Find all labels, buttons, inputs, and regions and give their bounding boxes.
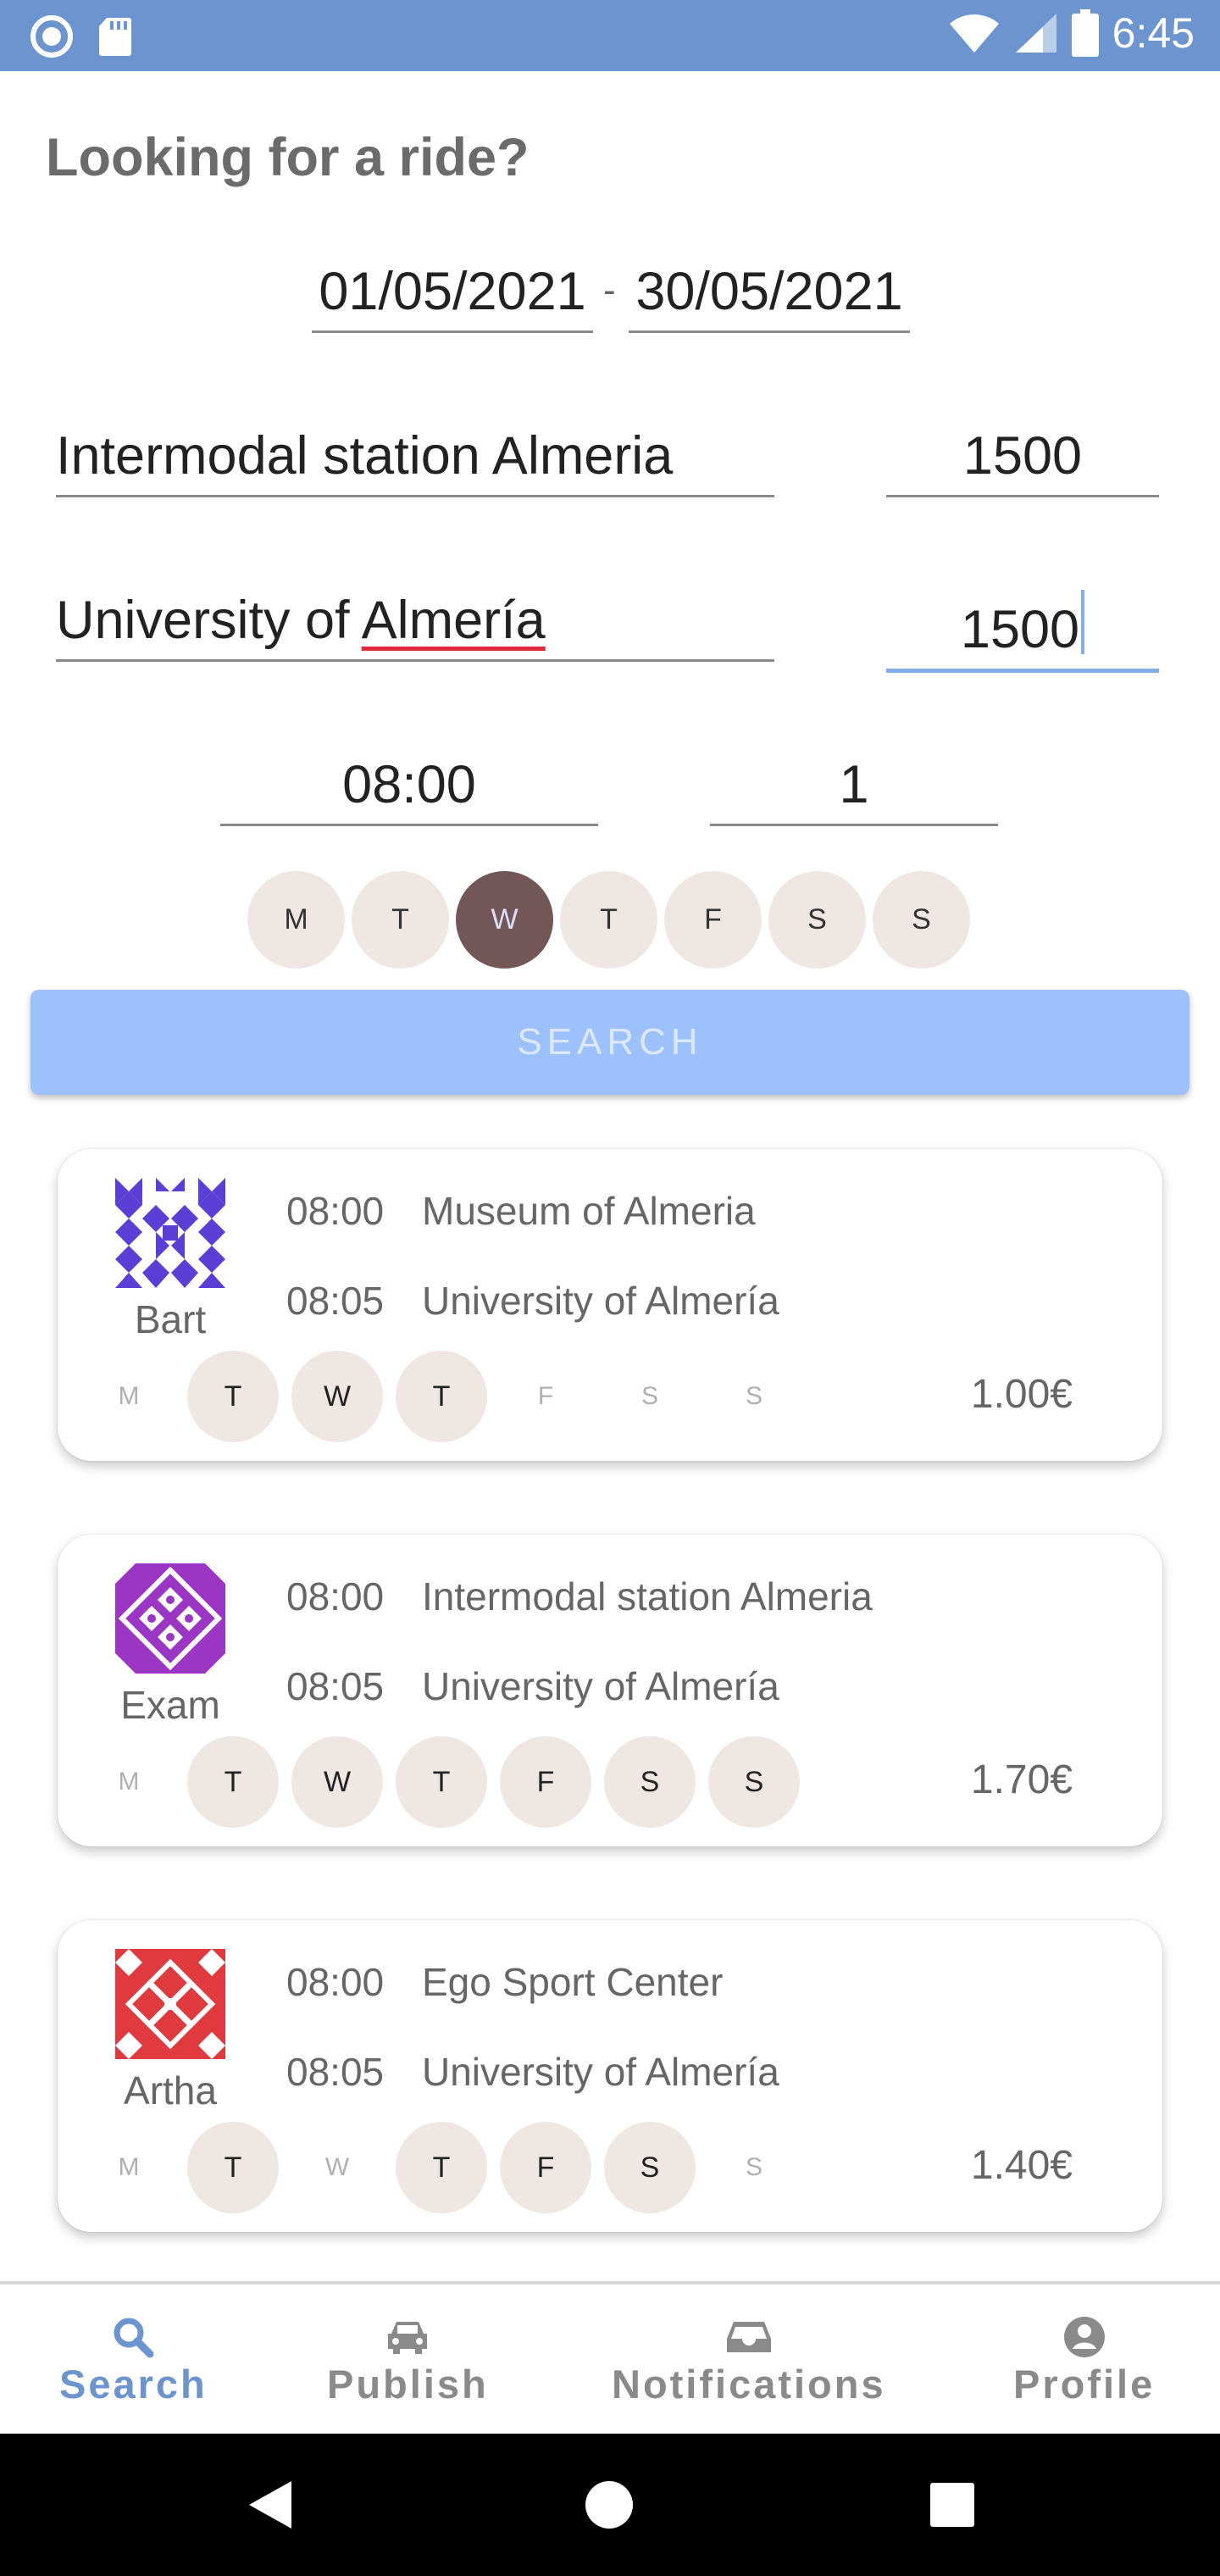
ride-card[interactable]: Bart 08:00 Museum of Almeria 08:05 Unive… xyxy=(58,1149,1162,1461)
arrive-time: 08:05 xyxy=(286,1664,385,1708)
origin-input[interactable]: Intermodal station Almeria xyxy=(56,425,774,497)
arrive-place: University of Almería xyxy=(422,1279,779,1323)
ride-day: F xyxy=(537,1382,554,1410)
search-icon xyxy=(114,2318,154,2358)
ride-day: F xyxy=(500,2122,591,2213)
depart-time: 08:00 xyxy=(286,1189,385,1233)
nav-label: Notifications xyxy=(612,2362,886,2407)
nav-profile[interactable]: Profile xyxy=(1013,2315,1155,2407)
date-from-field[interactable]: 01/05/2021 xyxy=(312,261,593,333)
avatar-identicon xyxy=(115,1178,225,1288)
avatar-identicon xyxy=(115,1563,225,1674)
depart-place: Ego Sport Center xyxy=(422,1960,724,2004)
wifi-icon xyxy=(949,14,999,53)
driver-name: Exam xyxy=(120,1683,220,1727)
battery-icon xyxy=(1071,9,1099,57)
avatar-identicon xyxy=(115,1949,225,2059)
ride-day: M xyxy=(118,1768,140,1796)
ride-card[interactable]: Artha 08:00 Ego Sport Center 08:05 Unive… xyxy=(58,1920,1162,2232)
ride-day: S xyxy=(745,1382,762,1410)
nav-notifications[interactable]: Notifications xyxy=(612,2315,886,2407)
driver-name: Artha xyxy=(124,2068,217,2112)
recents-icon[interactable] xyxy=(930,2483,974,2527)
ride-price: 1.00€ xyxy=(970,1372,1073,1417)
ride-day: S xyxy=(745,2153,762,2181)
arrive-time: 08:05 xyxy=(286,1279,385,1323)
ride-day: T xyxy=(187,2122,279,2213)
nav-label: Search xyxy=(59,2362,208,2407)
depart-place: Intermodal station Almeria xyxy=(422,1574,873,1618)
ride-day: F xyxy=(500,1736,591,1828)
ride-day: T xyxy=(396,2122,487,2213)
ride-day: T xyxy=(396,1736,487,1828)
ride-day: M xyxy=(118,2153,140,2181)
depart-place: Museum of Almeria xyxy=(422,1189,756,1233)
day-toggle[interactable]: T xyxy=(560,871,657,969)
ride-day: T xyxy=(187,1351,279,1442)
home-icon[interactable] xyxy=(585,2480,634,2529)
ride-day: T xyxy=(396,1351,487,1442)
ride-day: S xyxy=(708,1736,800,1828)
sd-card-icon xyxy=(99,18,131,56)
date-to-field[interactable]: 30/05/2021 xyxy=(629,261,910,333)
day-toggle[interactable]: S xyxy=(873,871,970,969)
ride-day: W xyxy=(291,1351,383,1442)
ride-day: M xyxy=(118,1382,140,1410)
text-cursor xyxy=(1081,590,1085,654)
destination-misspelled-word: Almería xyxy=(361,591,546,650)
back-icon[interactable] xyxy=(246,2479,293,2530)
signal-icon xyxy=(1015,14,1056,53)
ride-day: W xyxy=(324,2153,350,2181)
bottom-navigation: Search Publish Notifications Profile xyxy=(0,2281,1220,2434)
arrive-time: 08:05 xyxy=(286,2050,385,2094)
ride-day: S xyxy=(604,2122,696,2213)
day-selector: M T W T F S S xyxy=(247,871,970,969)
search-button[interactable]: SEARCH xyxy=(30,990,1190,1095)
destination-radius-value: 1500 xyxy=(960,600,1080,659)
ride-day: S xyxy=(640,1382,658,1410)
ride-card[interactable]: Exam 08:00 Intermodal station Almeria 08… xyxy=(58,1535,1162,1846)
car-icon xyxy=(388,2322,428,2354)
origin-radius-input[interactable]: 1500 xyxy=(886,425,1159,497)
ride-day: T xyxy=(187,1736,279,1828)
ride-day: S xyxy=(604,1736,696,1828)
seats-input[interactable]: 1 xyxy=(710,754,998,826)
day-toggle[interactable]: S xyxy=(768,871,866,969)
ride-price: 1.70€ xyxy=(970,1757,1073,1802)
day-toggle[interactable]: M xyxy=(247,871,345,969)
nav-publish[interactable]: Publish xyxy=(327,2315,489,2407)
day-toggle[interactable]: T xyxy=(352,871,449,969)
clock: 6:45 xyxy=(1112,9,1195,57)
ride-price: 1.40€ xyxy=(970,2143,1073,2188)
inbox-icon xyxy=(726,2322,771,2352)
page-title: Looking for a ride? xyxy=(46,128,530,187)
destination-radius-input[interactable]: 1500 xyxy=(886,590,1159,673)
driver-name: Bart xyxy=(134,1297,207,1341)
system-navigation-bar xyxy=(0,2434,1220,2576)
notification-dot-icon xyxy=(30,15,73,58)
nav-label: Publish xyxy=(327,2362,489,2407)
ride-days: M T W T F S S xyxy=(83,1351,812,1442)
time-input[interactable]: 08:00 xyxy=(220,754,598,826)
destination-input[interactable]: University of Almería xyxy=(56,590,774,662)
nav-label: Profile xyxy=(1013,2362,1156,2407)
nav-search[interactable]: Search xyxy=(59,2315,208,2407)
ride-days: M T W T F S S xyxy=(83,1736,812,1828)
destination-text: University of xyxy=(56,591,362,650)
arrive-place: University of Almería xyxy=(422,2050,779,2094)
ride-day: W xyxy=(291,1736,383,1828)
ride-days: M T W T F S S xyxy=(83,2122,812,2213)
status-bar: 6:45 xyxy=(0,0,1220,71)
date-separator: - xyxy=(603,269,616,311)
day-toggle-selected[interactable]: W xyxy=(456,871,553,969)
day-toggle[interactable]: F xyxy=(664,871,762,969)
depart-time: 08:00 xyxy=(286,1960,385,2004)
depart-time: 08:00 xyxy=(286,1574,385,1618)
arrive-place: University of Almería xyxy=(422,1664,779,1708)
account-icon xyxy=(1063,2317,1105,2357)
